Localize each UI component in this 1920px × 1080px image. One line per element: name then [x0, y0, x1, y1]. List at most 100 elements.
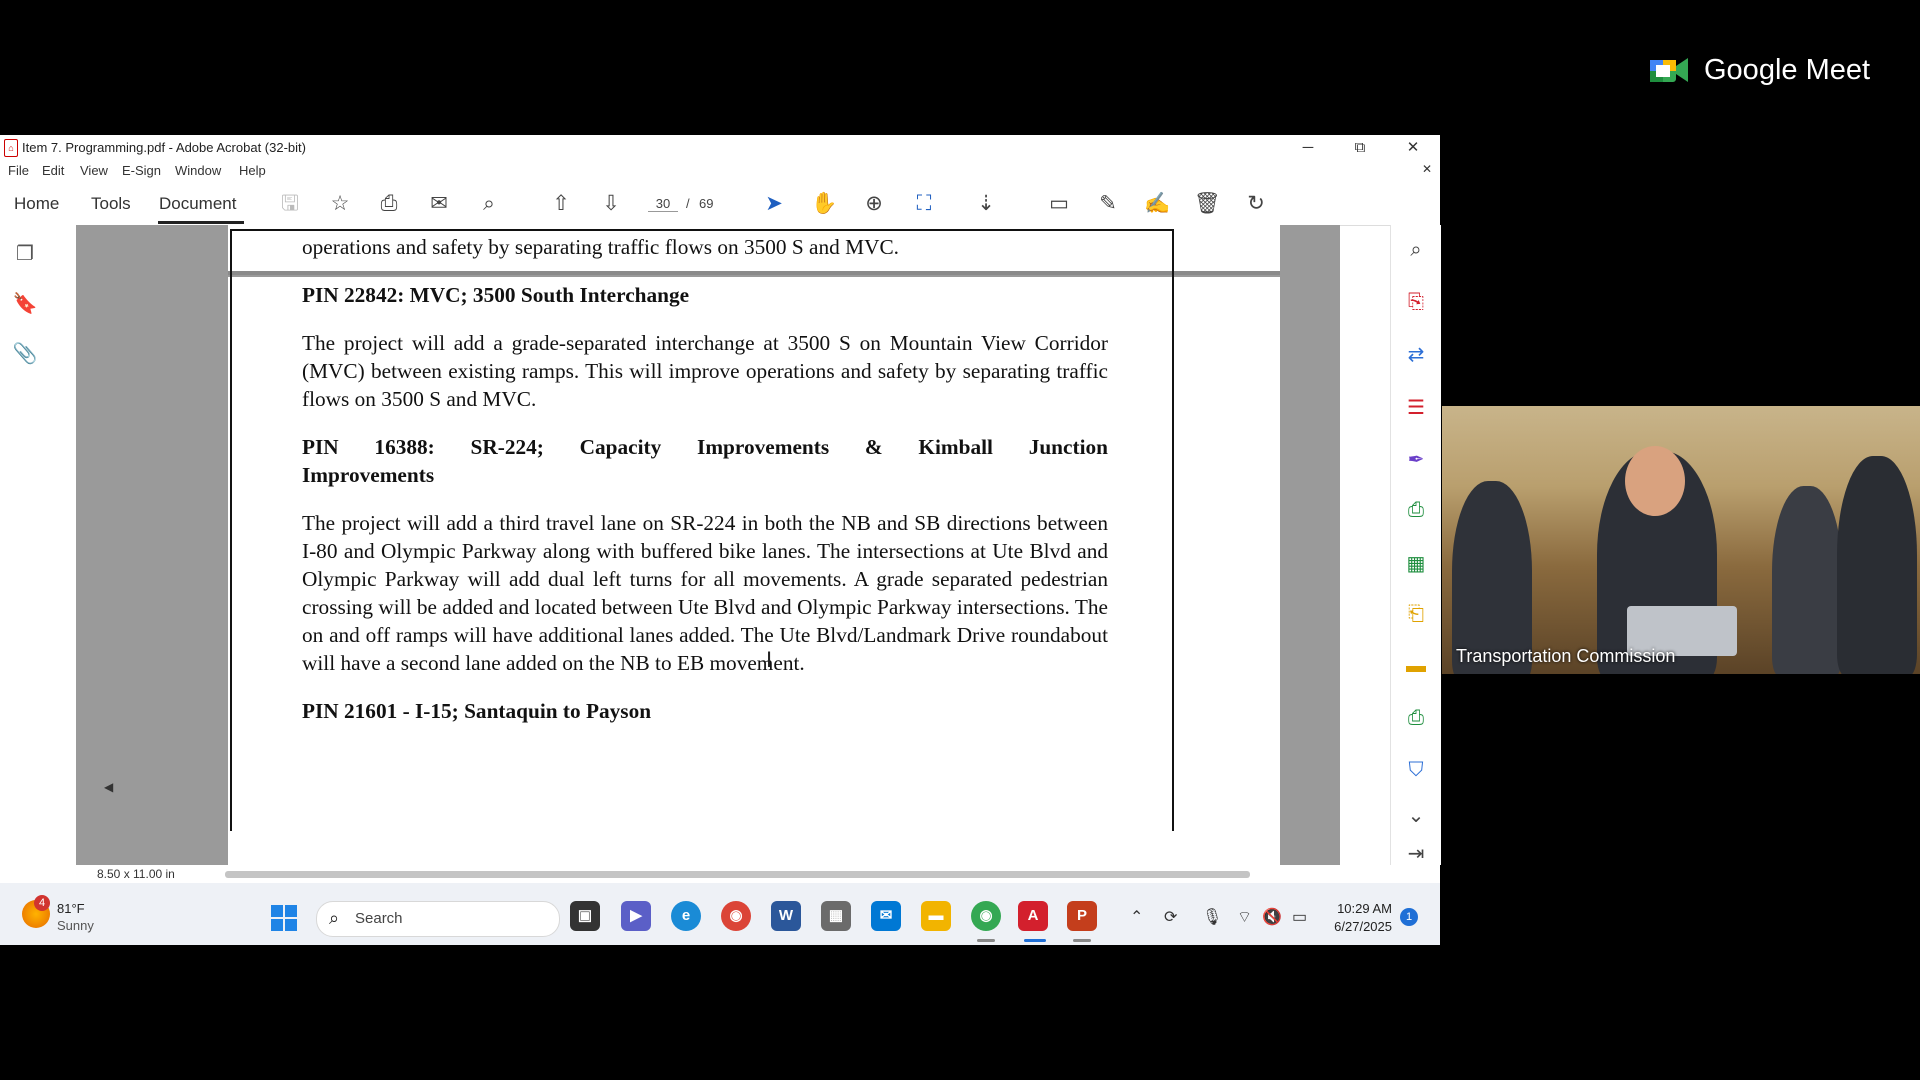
- acrobat-window: ⌂ Item 7. Programming.pdf - Adobe Acroba…: [0, 135, 1441, 945]
- chrome-icon[interactable]: ◉: [721, 901, 751, 931]
- horizontal-scrollbar[interactable]: [225, 871, 1250, 878]
- comment-icon[interactable]: ▭: [1046, 191, 1072, 217]
- section-heading-pin-16388: PIN 16388: SR-224; Capacity Improvements…: [302, 433, 1108, 489]
- minimize-button[interactable]: ─: [1288, 137, 1328, 159]
- export-pdf-icon[interactable]: ⇄: [1403, 342, 1429, 368]
- collapse-left-panel-icon[interactable]: ◀: [104, 780, 113, 794]
- more-tools-chevron-down-icon[interactable]: ⌄: [1403, 803, 1429, 829]
- previous-page-icon[interactable]: ⇧: [548, 191, 574, 217]
- menu-help[interactable]: Help: [239, 163, 266, 178]
- rotate-icon[interactable]: ↻: [1243, 191, 1269, 217]
- clock-time[interactable]: 10:29 AM: [1328, 901, 1392, 916]
- main-toolbar: Home Tools Document 🖫 ☆ ⎙ ✉ ⌕ ⇧ ⇩ 30 / 6…: [0, 181, 1440, 226]
- chrome-profile-icon[interactable]: ◉: [971, 901, 1001, 931]
- participant-video-tile[interactable]: [1442, 406, 1920, 674]
- clock-date[interactable]: 6/27/2025: [1328, 919, 1392, 934]
- paragraph-continuation: operations and safety by separating traf…: [302, 235, 899, 259]
- page-separator: /: [686, 196, 690, 211]
- protect-shield-icon[interactable]: ⛉: [1403, 759, 1429, 785]
- right-tools-panel: ⌕ ⎘ ⇄ ☰ ✒ ⎙ ▦ ⎗ ▬ ⎙ ⛉ ⌄ ⇥: [1390, 225, 1441, 865]
- participant-name-label: Transportation Commission: [1456, 646, 1676, 666]
- menu-file[interactable]: File: [8, 163, 29, 178]
- sync-icon[interactable]: ⟳: [1164, 907, 1177, 927]
- start-button[interactable]: [271, 905, 297, 931]
- battery-icon[interactable]: ▭: [1292, 907, 1307, 927]
- delete-icon[interactable]: 🗑: [1194, 191, 1221, 217]
- search-text-icon[interactable]: ⌕: [476, 191, 502, 217]
- show-hidden-icons-chevron-up-icon[interactable]: ⌃: [1130, 907, 1143, 927]
- powerpoint-icon[interactable]: P: [1067, 901, 1097, 931]
- status-bar: 8.50 x 11.00 in: [0, 865, 1440, 883]
- google-meet-logo-icon: [1650, 54, 1690, 86]
- attachments-icon[interactable]: 📎: [12, 341, 38, 367]
- window-title: Item 7. Programming.pdf - Adobe Acrobat …: [22, 140, 306, 155]
- close-window-button[interactable]: ✕: [1393, 137, 1433, 159]
- sign-icon[interactable]: ✍: [1144, 191, 1170, 217]
- menu-edit[interactable]: Edit: [42, 163, 64, 178]
- create-pdf-icon[interactable]: ⎘: [1403, 291, 1429, 317]
- search-placeholder: Search: [355, 910, 403, 927]
- section-heading-pin-22842: PIN 22842: MVC; 3500 South Interchange: [302, 283, 690, 307]
- menu-view[interactable]: View: [80, 163, 108, 178]
- document-text: operations and safety by separating traf…: [302, 233, 1108, 745]
- tab-document[interactable]: Document: [159, 194, 236, 214]
- request-signature-icon[interactable]: ⎗: [1403, 603, 1429, 629]
- print-production-icon[interactable]: ⎙: [1403, 707, 1429, 733]
- organize-pages-icon[interactable]: ☰: [1403, 395, 1429, 421]
- hand-tool-icon[interactable]: ✋: [811, 191, 837, 217]
- select-cursor-icon[interactable]: ➤: [761, 191, 787, 217]
- speaker-muted-icon[interactable]: 🔇: [1262, 907, 1282, 927]
- menu-esign[interactable]: E-Sign: [122, 163, 161, 178]
- menu-window[interactable]: Window: [175, 163, 221, 178]
- page-size-label: 8.50 x 11.00 in: [97, 867, 175, 881]
- collapse-panel-icon[interactable]: ⇥: [1403, 841, 1429, 867]
- wifi-icon[interactable]: ⌔: [1237, 907, 1252, 927]
- tab-home[interactable]: Home: [14, 194, 59, 214]
- google-meet-title: Google Meet: [1704, 53, 1871, 86]
- notification-badge[interactable]: 1: [1400, 908, 1418, 926]
- bookmark-star-icon[interactable]: ☆: [327, 191, 353, 217]
- calculator-icon[interactable]: ▦: [821, 901, 851, 931]
- highlight-pen-icon[interactable]: ✎: [1095, 191, 1121, 217]
- weather-condition[interactable]: Sunny: [57, 918, 94, 933]
- tab-tools[interactable]: Tools: [91, 194, 131, 214]
- email-icon[interactable]: ✉: [426, 191, 452, 217]
- fill-sign-icon[interactable]: ✒: [1403, 447, 1429, 473]
- save-icon[interactable]: 🖫: [277, 191, 303, 217]
- maximize-button[interactable]: ⧉: [1340, 137, 1380, 159]
- file-explorer-icon[interactable]: ▬: [921, 901, 951, 931]
- outlook-icon[interactable]: ✉: [871, 901, 901, 931]
- task-view-icon[interactable]: ▣: [570, 901, 600, 931]
- scroll-mode-icon[interactable]: ⇣: [973, 191, 999, 217]
- close-document-button[interactable]: ✕: [1422, 162, 1432, 176]
- weather-temperature[interactable]: 81°F: [57, 901, 85, 916]
- paragraph-pin-16388: The project will add a third travel lane…: [302, 511, 1108, 675]
- pdf-file-icon: ⌂: [4, 139, 18, 157]
- heading-line-1: PIN 16388: SR-224; Capacity Improvements…: [302, 435, 1108, 459]
- word-icon[interactable]: W: [771, 901, 801, 931]
- edit-pdf-icon[interactable]: ⎙: [1403, 499, 1429, 525]
- fit-page-icon[interactable]: ⛶: [911, 191, 937, 217]
- acrobat-icon[interactable]: A: [1018, 901, 1048, 931]
- comment-tool-icon[interactable]: ▬: [1403, 655, 1429, 681]
- zoom-in-icon[interactable]: ⊕: [861, 191, 887, 217]
- page-thumbnails-icon[interactable]: ❐: [12, 241, 38, 267]
- bookmarks-icon[interactable]: 🔖: [12, 291, 38, 317]
- attendee-figure: [1772, 486, 1842, 674]
- menu-bar: File Edit View E-Sign Window Help ✕: [0, 161, 1440, 181]
- taskbar-search[interactable]: ⌕ Search: [316, 901, 560, 937]
- print-icon[interactable]: ⎙: [376, 191, 402, 217]
- weather-badge: 4: [34, 895, 50, 911]
- title-bar[interactable]: ⌂ Item 7. Programming.pdf - Adobe Acroba…: [0, 135, 1440, 161]
- attendee-figure: [1837, 456, 1917, 674]
- microphone-icon[interactable]: 🎙: [1202, 907, 1222, 927]
- combine-files-icon[interactable]: ▦: [1403, 551, 1429, 577]
- next-page-icon[interactable]: ⇩: [598, 191, 624, 217]
- active-app-indicator: [1024, 939, 1046, 942]
- page-number-input[interactable]: 30: [648, 196, 678, 212]
- windows-taskbar: 4 81°F Sunny ⌕ Search ▣ ▶ e ◉ W ▦ ✉ ▬ ◉ …: [0, 883, 1440, 945]
- edge-icon[interactable]: e: [671, 901, 701, 931]
- search-zoom-icon[interactable]: ⌕: [1403, 239, 1429, 265]
- active-tab-indicator: [158, 221, 244, 224]
- teams-icon[interactable]: ▶: [621, 901, 651, 931]
